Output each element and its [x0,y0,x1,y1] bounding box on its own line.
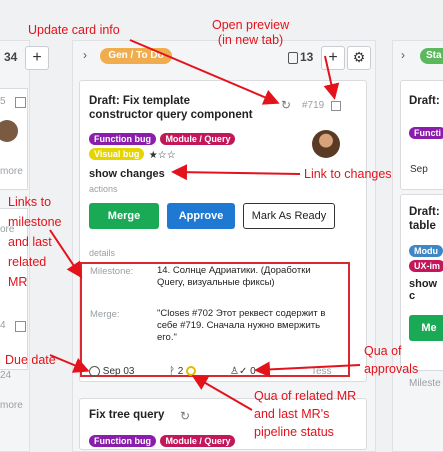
label-visual-bug[interactable]: Visual bug [89,147,145,160]
right-merge-button[interactable]: Me [409,315,443,341]
left-row-number-2: 4 [0,320,6,331]
left-more-link-3[interactable]: more [0,400,23,411]
assignee-avatar [312,130,340,158]
right-label-function[interactable]: Functi [409,126,443,139]
right-milestone-caption: Mileste [409,378,441,389]
left-column-count: 34 [4,50,18,64]
merge-key: Merge: [90,309,120,320]
annotation-links-changes: Link to changes [304,167,392,181]
right-label-ux[interactable]: UX-im [409,259,443,272]
label-module-query[interactable]: Module / Query [160,132,236,145]
mr-count: 2 [177,366,184,377]
column-collapse-chevron-icon[interactable]: › [83,48,87,62]
assignee-label: Tess [311,366,332,377]
card-number: #719 [302,100,325,111]
issue-count: 13 [300,50,314,64]
gear-icon: ⚙ [352,49,366,65]
annotation-due-date: Due date [5,353,56,367]
card2-title[interactable]: Fix tree query [89,408,164,423]
open-preview-icon[interactable] [331,101,341,111]
add-issue-button[interactable]: + [321,46,345,70]
right-card1-label: Functi [409,124,443,142]
right-card2-title-2[interactable]: table [409,219,436,234]
pipeline-status-icon [186,366,197,377]
issue-count-icon [288,52,298,64]
right-card1-due: Sep [410,164,428,175]
left-row-number: 5 [0,96,6,107]
annotation-qua-approvals: Qua of approvals [364,344,419,376]
actions-caption: actions [89,184,118,194]
approver-icon: ♙✓ [230,366,248,377]
left-add-button[interactable]: + [25,46,49,70]
label-function-bug[interactable]: Function bug [89,132,156,145]
refresh-icon[interactable]: ↻ [281,98,291,112]
right-label-module[interactable]: Modu [409,244,443,257]
priority-stars: ★☆☆ [148,150,176,161]
due-date-text: Sep 03 [102,366,135,378]
right-list-badge: Sta [420,48,443,64]
clock-icon [89,366,100,377]
right-list-badge-label: Sta [426,50,442,61]
merge-request-icon: ᚹ [169,366,175,377]
approvals-count: 0 [250,366,256,377]
show-changes-link[interactable]: show changes [89,168,165,180]
annotation-update: Update card info [28,23,120,37]
details-caption: details [89,248,116,258]
assignee-icon: ⌃ [300,366,309,377]
left-row-number-3: 24 [0,370,12,381]
card-labels: Function bug Module / Query Visual bug ★… [89,131,289,163]
annotation-preview: Open preview (in new tab) [212,18,290,47]
right-show-changes[interactable]: show c [409,278,443,302]
column-settings-button[interactable]: ⚙ [347,46,371,70]
merge-request-link[interactable]: "Closes #702 Этот реквест содержит в себ… [157,308,337,344]
card-title-line1[interactable]: Draft: Fix template [89,94,190,109]
left-external-link-icon[interactable] [15,97,26,108]
due-date: Sep 03 [89,366,134,377]
right-collapse-chevron-icon[interactable]: › [401,48,405,62]
right-card2-title-1[interactable]: Draft: [409,205,440,220]
related-mr[interactable]: ᚹ 2 [169,366,197,377]
milestone-link[interactable]: 14. Солнце Адриатики. (Доработки Query, … [157,265,337,289]
annotation-qua-mr: Qua of related MR and last MR's pipeline… [254,389,357,439]
assignee-name: ⌃ Tess [300,366,332,377]
card-title-line2[interactable]: constructor query component [89,108,253,123]
left-external-link-icon-2[interactable] [15,321,26,332]
annotation-links-milestone: Links to milestone and last related MR [8,195,62,289]
list-badge: Gen / To Do [100,48,172,64]
left-more-link[interactable]: more [0,166,23,177]
approvals: ♙✓ 0 [230,366,256,377]
merge-button[interactable]: Merge [89,203,159,229]
mark-as-ready-button[interactable]: Mark As Ready [243,203,335,229]
list-badge-label: Gen / To Do [108,50,164,61]
right-card1-title[interactable]: Draft: [409,94,440,109]
milestone-key: Milestone: [90,266,134,277]
approve-button[interactable]: Approve [167,203,235,229]
right-card2-labels: Modu UX-im [409,243,443,273]
card2-refresh-icon[interactable]: ↻ [180,409,190,423]
